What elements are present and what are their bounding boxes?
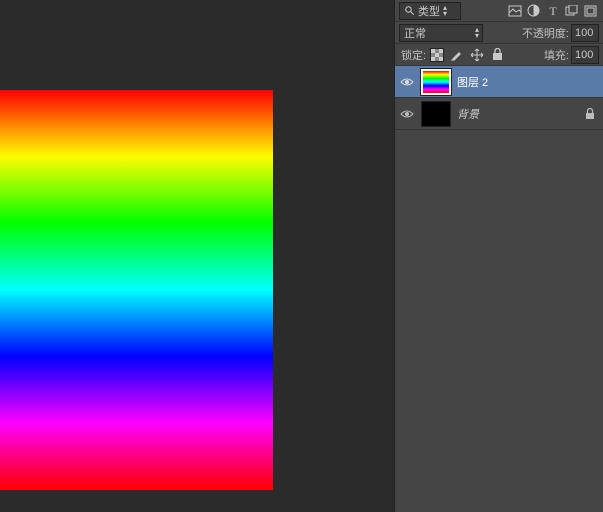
dropdown-arrows-icon: ▴▾ [475, 27, 478, 39]
layer-thumbnail[interactable] [421, 69, 451, 95]
lock-transparency-button[interactable] [428, 46, 446, 63]
search-icon [404, 5, 415, 16]
layer-name-label: 背景 [457, 106, 579, 122]
blend-mode-dropdown[interactable]: 正常 ▴▾ [399, 24, 483, 42]
lock-all-button[interactable] [488, 46, 506, 63]
lock-row: 锁定: 填充: 100 [395, 44, 603, 66]
svg-text:T: T [549, 5, 557, 17]
blend-row: 正常 ▴▾ 不透明度: 100 [395, 22, 603, 44]
canvas-gradient[interactable] [0, 90, 273, 490]
lock-pixels-button[interactable] [448, 46, 466, 63]
fill-input[interactable]: 100 [571, 46, 599, 64]
lock-position-button[interactable] [468, 46, 486, 63]
eye-icon [400, 77, 414, 87]
checker-icon [430, 48, 444, 62]
fill-label: 填充: [544, 47, 569, 63]
filter-pixel-icon[interactable] [506, 2, 523, 19]
lock-label: 锁定: [401, 47, 426, 63]
opacity-input[interactable]: 100 [571, 24, 599, 42]
filter-kind-label: 类型 [418, 3, 440, 19]
layers-list: 图层 2 背景 [395, 66, 603, 130]
blend-mode-value: 正常 [404, 25, 426, 41]
layers-panel: 类型 ▴▾ T 正常 ▴▾ 不透明度: 100 锁定: [394, 0, 603, 512]
filter-adjustment-icon[interactable] [525, 2, 542, 19]
lock-icon [585, 108, 599, 120]
filter-smartobject-icon[interactable] [582, 2, 599, 19]
filter-kind-dropdown[interactable]: 类型 ▴▾ [399, 2, 461, 20]
visibility-toggle[interactable] [399, 77, 415, 87]
layer-row[interactable]: 图层 2 [395, 66, 603, 98]
layer-thumbnail[interactable] [421, 101, 451, 127]
filter-row: 类型 ▴▾ T [395, 0, 603, 22]
filter-type-icon[interactable]: T [544, 2, 561, 19]
opacity-label: 不透明度: [522, 25, 569, 41]
eye-icon [400, 109, 414, 119]
filter-shape-icon[interactable] [563, 2, 580, 19]
layer-row[interactable]: 背景 [395, 98, 603, 130]
visibility-toggle[interactable] [399, 109, 415, 119]
fill-value: 100 [575, 49, 593, 61]
layer-name-label: 图层 2 [457, 74, 599, 90]
dropdown-arrows-icon: ▴▾ [443, 5, 446, 17]
opacity-value: 100 [575, 27, 593, 39]
